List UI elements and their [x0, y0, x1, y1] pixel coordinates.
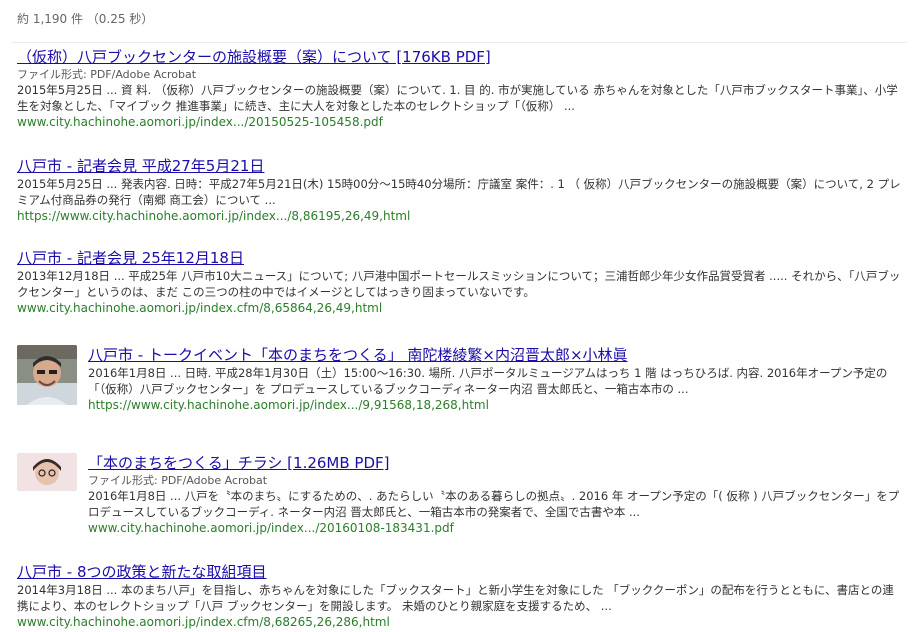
search-result: 八戸市 - トークイベント「本のまちをつくる」 南陀楼綾繁×内沼晋太郎×小林眞 …: [17, 345, 902, 425]
result-url: www.city.hachinohe.aomori.jp/index.../20…: [17, 115, 383, 129]
result-url: www.city.hachinohe.aomori.jp/index.cfm/8…: [17, 301, 383, 315]
search-result: 「本のまちをつくる」チラシ [1.26MB PDF] ファイル形式: PDF/A…: [17, 453, 902, 543]
result-title-link[interactable]: 八戸市 - 8つの政策と新たな取組項目: [17, 562, 902, 582]
result-url: https://www.city.hachinohe.aomori.jp/ind…: [17, 209, 411, 223]
result-snippet: 2016年1月8日 ... 日時. 平成28年1月30日（土）15:00〜16:…: [88, 366, 888, 396]
result-filetype: ファイル形式: PDF/Adobe Acrobat: [88, 474, 268, 487]
result-url: www.city.hachinohe.aomori.jp/index.../20…: [88, 521, 454, 535]
result-url: https://www.city.hachinohe.aomori.jp/ind…: [88, 398, 489, 412]
result-thumbnail[interactable]: [17, 453, 77, 491]
search-result: （仮称）八戸ブックセンターの施設概要（案）について [176KB PDF] ファ…: [17, 47, 902, 130]
result-title-link[interactable]: 八戸市 - 記者会見 平成27年5月21日: [17, 156, 902, 176]
result-snippet: 2016年1月8日 ... 八戸を〝本のまち〟にするための、. あたらしい〝本の…: [88, 489, 900, 519]
result-thumbnail[interactable]: [17, 345, 77, 405]
result-snippet: 2013年12月18日 ... 平成25年 八戸市10大ニュース」について; 八…: [17, 269, 901, 299]
result-filetype: ファイル形式: PDF/Adobe Acrobat: [17, 68, 197, 81]
result-title-link[interactable]: 「本のまちをつくる」チラシ [1.26MB PDF]: [88, 453, 902, 473]
search-result: 八戸市 - 8つの政策と新たな取組項目 2014年3月18日 ... 本のまち八…: [17, 562, 902, 630]
search-result: 八戸市 - 記者会見 平成27年5月21日 2015年5月25日 ... 発表内…: [17, 156, 902, 224]
result-snippet: 2014年3月18日 ... 本のまち八戸」を目指し、赤ちゃんを対象にした「ブッ…: [17, 583, 894, 613]
result-stats: 約 1,190 件 （0.25 秒）: [17, 12, 154, 26]
result-title-link[interactable]: 八戸市 - 記者会見 25年12月18日: [17, 248, 902, 268]
result-title-link[interactable]: 八戸市 - トークイベント「本のまちをつくる」 南陀楼綾繁×内沼晋太郎×小林眞: [88, 345, 902, 365]
result-url: www.city.hachinohe.aomori.jp/index.cfm/8…: [17, 615, 390, 629]
result-snippet: 2015年5月25日 ... 資 料. （仮称）八戸ブックセンターの施設概要（案…: [17, 83, 898, 113]
search-result: 八戸市 - 記者会見 25年12月18日 2013年12月18日 ... 平成2…: [17, 248, 902, 316]
result-title-link[interactable]: （仮称）八戸ブックセンターの施設概要（案）について [176KB PDF]: [17, 47, 902, 67]
result-snippet: 2015年5月25日 ... 発表内容. 日時：平成27年5月21日(木) 15…: [17, 177, 901, 207]
divider: [12, 42, 907, 43]
